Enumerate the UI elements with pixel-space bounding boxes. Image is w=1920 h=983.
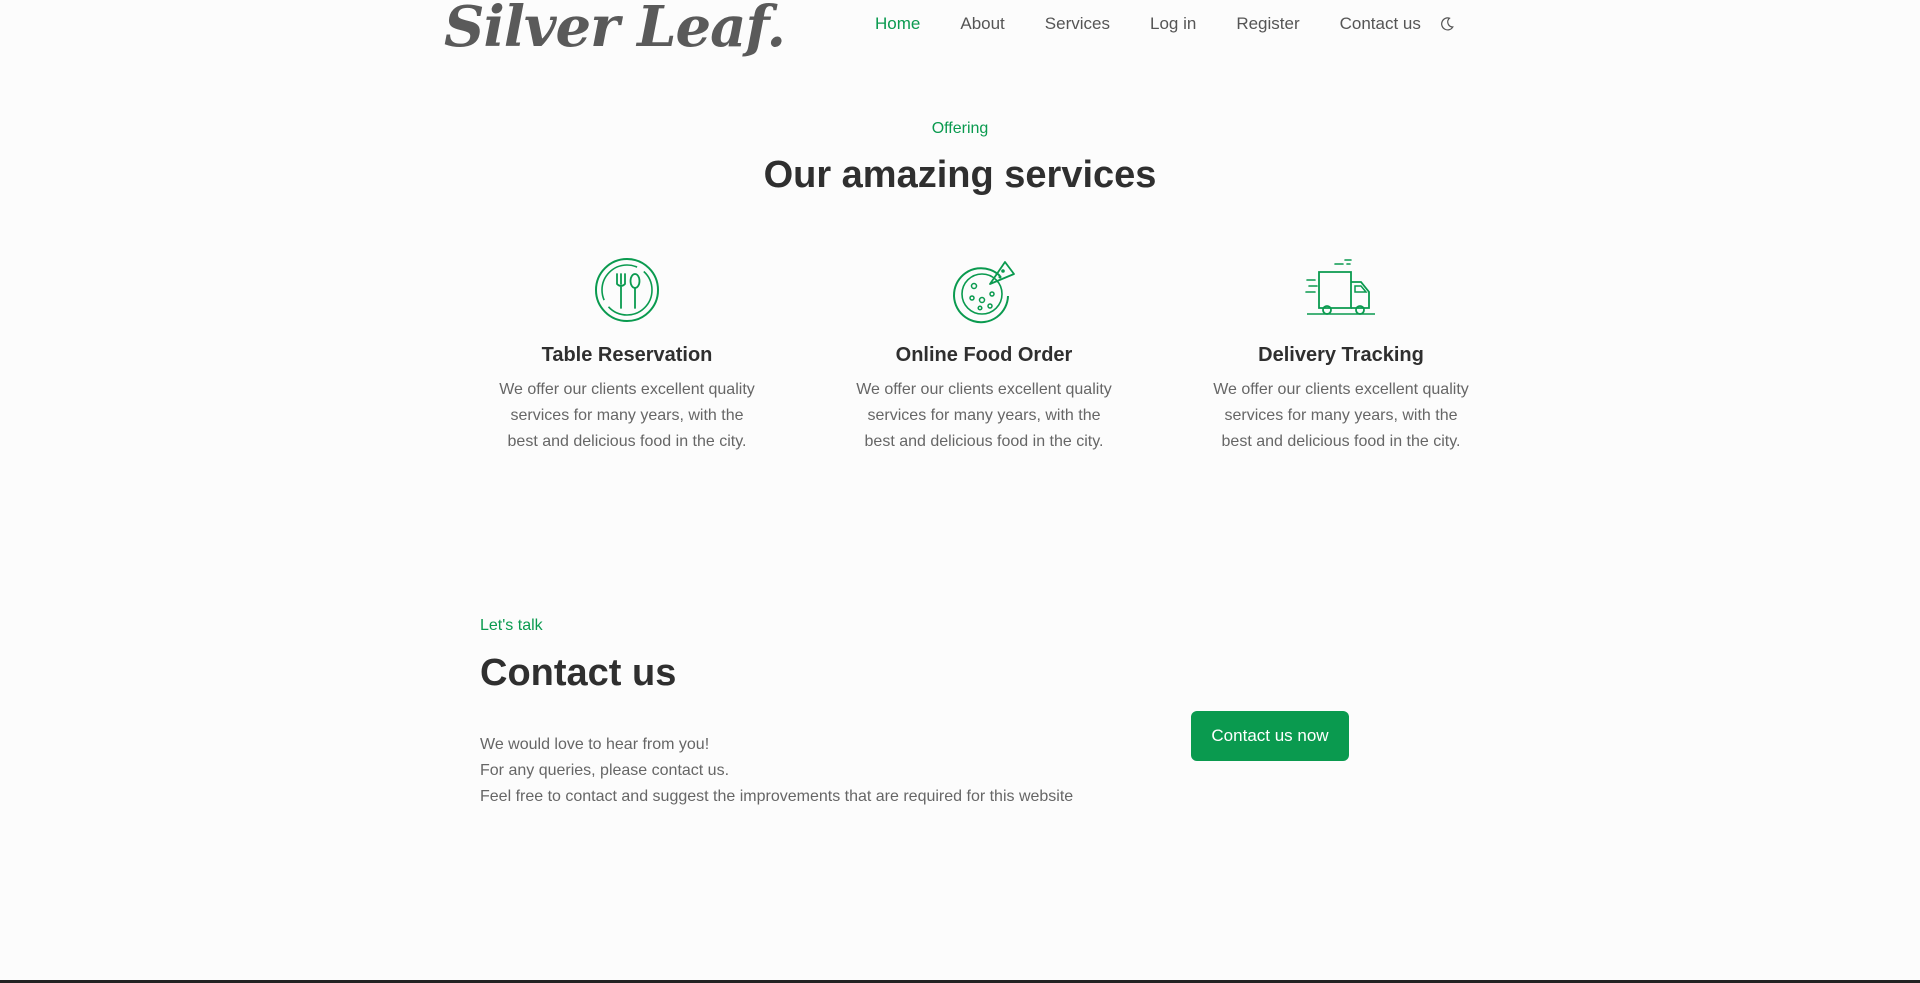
contact-description: We would love to hear from you! For any … [480,732,1080,810]
services-eyebrow: Offering [931,120,989,137]
contact-title: Contact us [480,652,677,694]
service-text: We offer our clients excellent quality s… [1213,381,1469,450]
contact-line: Feel free to contact and suggest the imp… [480,788,1074,805]
services-title: Our amazing services [763,154,1157,196]
pizza-icon [953,261,1015,324]
service-title: Table Reservation [541,344,713,366]
nav-contact[interactable]: Contact us [1340,14,1421,34]
nav-home[interactable]: Home [875,14,920,34]
contact-line: For any queries, please contact us. [480,762,730,779]
service-card: Online Food Order We offer our clients e… [849,256,1119,455]
nav-login[interactable]: Log in [1150,14,1196,34]
moon-icon[interactable] [1439,16,1455,32]
nav-services[interactable]: Services [1045,14,1110,34]
service-card: Table Reservation We offer our clients e… [492,256,762,455]
contact-eyebrow: Let's talk [480,617,543,634]
main-nav: Home About Services Log in Register Cont… [875,14,1455,34]
service-title: Delivery Tracking [1258,344,1424,366]
contact-line: We would love to hear from you! [480,736,710,753]
nav-about[interactable]: About [960,14,1004,34]
services-list: Table Reservation We offer our clients e… [492,256,1476,455]
service-title: Online Food Order [895,344,1073,366]
plate-cutlery-icon [595,258,659,322]
delivery-truck-icon [1305,259,1375,315]
service-text: We offer our clients excellent quality s… [856,381,1112,450]
contact-us-now-button[interactable]: Contact us now [1191,711,1349,761]
brand-logo[interactable]: Silver Leaf. [444,0,786,60]
nav-register[interactable]: Register [1236,14,1299,34]
service-card: Delivery Tracking We offer our clients e… [1206,256,1476,455]
service-text: We offer our clients excellent quality s… [499,381,755,450]
